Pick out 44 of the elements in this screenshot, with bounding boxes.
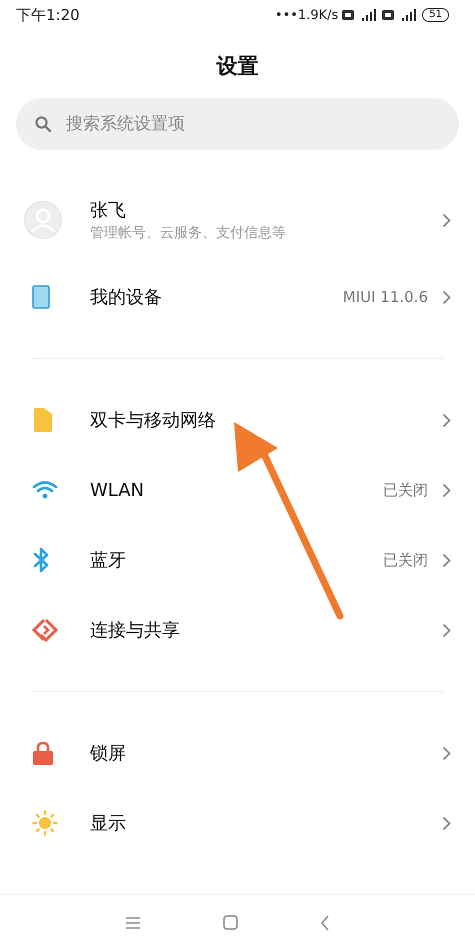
battery-indicator: 51 <box>422 8 449 22</box>
page-title: 设置 <box>215 53 260 80</box>
row-subtitle: 管理帐号、云服务、支付信息等 <box>90 224 287 242</box>
home-icon[interactable] <box>223 915 238 930</box>
bluetooth-icon <box>32 547 50 573</box>
avatar-icon <box>24 201 62 239</box>
chevron-icon <box>442 552 451 568</box>
row-label: 张飞 <box>90 199 127 222</box>
settings-row[interactable]: 双卡与移动网络 <box>0 385 475 455</box>
sim-card-icon <box>32 408 52 432</box>
tablet-icon <box>32 285 50 309</box>
chevron-icon <box>442 746 451 760</box>
row-value: MIUI 11.0.6 <box>342 288 428 306</box>
settings-row[interactable]: 锁屏 <box>0 718 475 788</box>
settings-row[interactable]: 连接与共享 <box>0 595 475 665</box>
lock-icon <box>32 741 54 765</box>
row-label: 显示 <box>90 812 127 835</box>
row-label: 我的设备 <box>90 286 163 309</box>
wifi-icon <box>32 480 58 500</box>
chevron-icon <box>442 482 451 498</box>
sun-icon <box>32 810 58 836</box>
row-label: WLAN <box>90 480 146 500</box>
row-label: 锁屏 <box>90 742 127 765</box>
network-speed: •••1.9K/s <box>274 8 338 22</box>
back-icon[interactable] <box>320 914 330 930</box>
row-value: 已关闭 <box>383 480 428 500</box>
settings-row[interactable]: 蓝牙 已关闭 <box>0 525 475 595</box>
row-label: 蓝牙 <box>90 549 127 572</box>
search-field[interactable]: 搜索系统设置项 <box>16 98 459 150</box>
chevron-icon <box>442 816 451 830</box>
status-time: 下午1:20 <box>16 6 80 24</box>
row-label: 双卡与移动网络 <box>90 409 217 432</box>
row-value: 已关闭 <box>383 550 428 570</box>
chevron-icon <box>442 212 451 228</box>
chevron-icon <box>442 622 451 638</box>
chevron-icon <box>442 290 451 304</box>
row-label: 连接与共享 <box>90 619 181 642</box>
settings-row[interactable]: 显示 <box>0 788 475 858</box>
settings-row[interactable]: WLAN 已关闭 <box>0 455 475 525</box>
chevron-icon <box>442 412 451 428</box>
menu-icon[interactable] <box>125 916 141 928</box>
share-icon <box>32 618 58 642</box>
account-row[interactable]: 张飞 管理帐号、云服务、支付信息等 <box>0 178 475 262</box>
settings-row[interactable]: 我的设备 MIUI 11.0.6 <box>0 262 475 332</box>
